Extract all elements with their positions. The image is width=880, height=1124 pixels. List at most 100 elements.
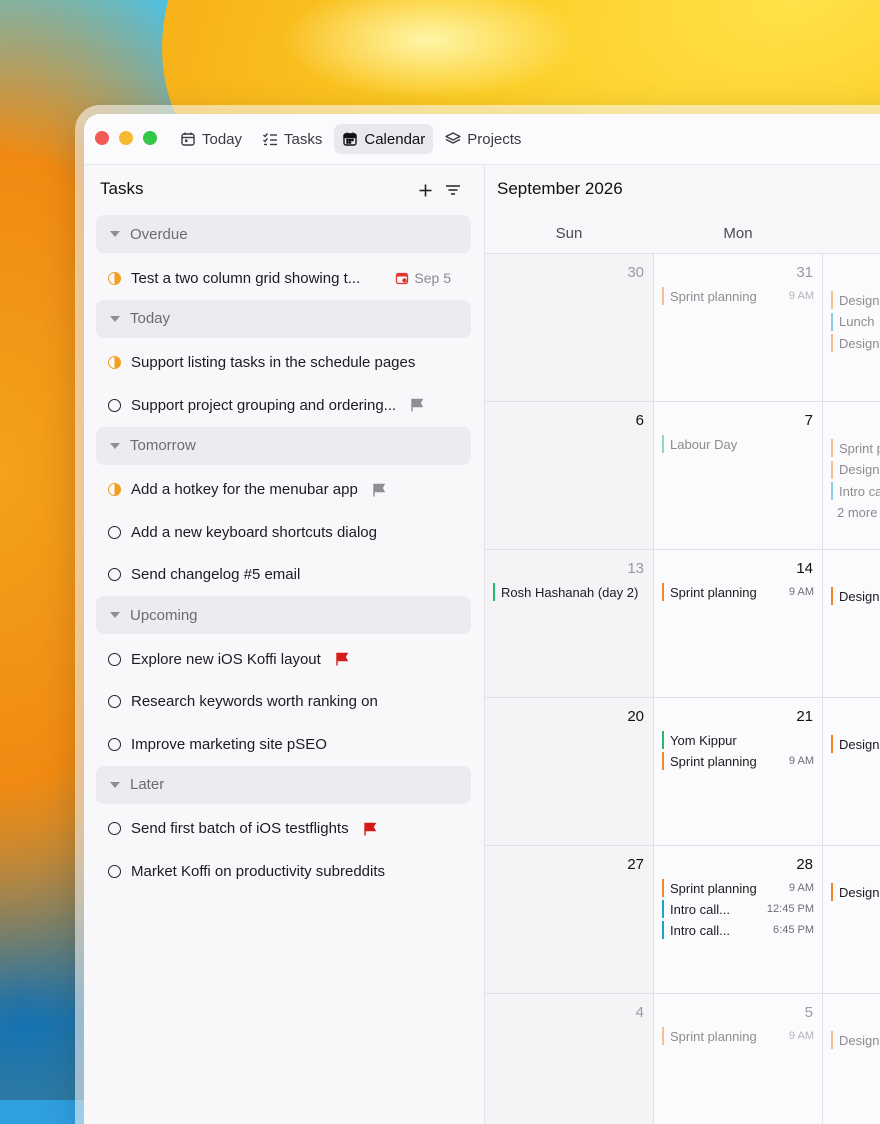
day-cell[interactable]: Design bbox=[823, 550, 880, 698]
calendar-event[interactable]: Sprint planning 9 AM bbox=[662, 1027, 814, 1045]
day-cell[interactable]: 7 Labour Day bbox=[654, 402, 823, 550]
minimize-window-button[interactable] bbox=[119, 131, 133, 145]
day-cell[interactable]: 13 Rosh Hashanah (day 2) bbox=[485, 550, 654, 698]
task-row[interactable]: Send changelog #5 email bbox=[96, 554, 471, 597]
event-title: Sprint planning bbox=[670, 584, 757, 600]
group-header-later[interactable]: Later bbox=[96, 765, 471, 804]
task-title: Test a two column grid showing t... bbox=[131, 269, 361, 287]
task-title: Add a new keyboard shortcuts dialog bbox=[131, 523, 377, 541]
event-title: Design bbox=[839, 736, 880, 752]
task-row[interactable]: Support project grouping and ordering... bbox=[96, 384, 471, 427]
calendar-event[interactable]: Design bbox=[831, 735, 880, 753]
day-cell[interactable]: Design Lunch Design bbox=[823, 254, 880, 402]
calendar-event[interactable]: Yom Kippur bbox=[662, 731, 814, 749]
day-cell[interactable]: Design bbox=[823, 994, 880, 1124]
filter-button[interactable] bbox=[442, 179, 464, 201]
calendar-event[interactable]: Sprint planning 9 AM bbox=[662, 752, 814, 770]
more-events-link[interactable]: 2 more bbox=[837, 505, 877, 520]
task-title: Send first batch of iOS testflights bbox=[131, 820, 349, 838]
task-checkbox[interactable] bbox=[108, 568, 121, 582]
group-header-today[interactable]: Today bbox=[96, 299, 471, 338]
task-checkbox[interactable] bbox=[108, 822, 121, 836]
event-time: 9 AM bbox=[788, 1030, 814, 1042]
calendar-event[interactable]: Sprint planning 9 AM bbox=[662, 879, 814, 897]
day-cell[interactable]: 20 bbox=[485, 698, 654, 846]
group-header-tomorrow[interactable]: Tomorrow bbox=[96, 426, 471, 465]
calendar-event[interactable]: Sprint p bbox=[831, 439, 880, 457]
calendar-event[interactable]: Design bbox=[831, 291, 880, 309]
day-cell[interactable]: Design bbox=[823, 698, 880, 846]
day-number: 6 bbox=[635, 412, 644, 429]
day-cell[interactable]: 14 Sprint planning 9 AM bbox=[654, 550, 823, 698]
task-checkbox[interactable] bbox=[108, 695, 121, 709]
task-checkbox[interactable] bbox=[108, 864, 121, 878]
in-progress-status-icon[interactable] bbox=[108, 356, 121, 370]
disclosure-caret-icon bbox=[110, 315, 120, 322]
day-cell[interactable]: 28 Sprint planning 9 AM Intro call... 12:45 … bbox=[654, 846, 823, 994]
task-checkbox[interactable] bbox=[108, 652, 121, 666]
task-row[interactable]: Explore new iOS Koffi layout bbox=[96, 638, 471, 681]
task-row[interactable]: Support listing tasks in the schedule pa… bbox=[96, 342, 471, 385]
task-row[interactable]: Add a hotkey for the menubar app bbox=[96, 469, 471, 512]
nav-tab-today[interactable]: Today bbox=[172, 124, 250, 154]
month-title: September 2026 bbox=[497, 179, 623, 198]
day-cell[interactable]: 21 Yom Kippur Sprint planning 9 AM bbox=[654, 698, 823, 846]
calendar-event[interactable]: Sprint planning 9 AM bbox=[662, 287, 814, 305]
nav-tab-projects[interactable]: Projects bbox=[437, 124, 529, 154]
calendar-event[interactable]: Lunch bbox=[831, 312, 880, 331]
day-cell[interactable]: 31 Sprint planning 9 AM bbox=[654, 254, 823, 402]
in-progress-status-icon[interactable] bbox=[108, 271, 121, 285]
close-window-button[interactable] bbox=[95, 131, 109, 145]
flag-icon bbox=[336, 653, 349, 666]
group-header-label: Later bbox=[130, 776, 165, 793]
task-checkbox[interactable] bbox=[108, 525, 121, 539]
event-title: Yom Kippur bbox=[670, 732, 737, 748]
wallpaper-glow bbox=[280, 0, 580, 100]
task-row[interactable]: Improve marketing site pSEO bbox=[96, 723, 471, 766]
group-header-label: Today bbox=[130, 310, 171, 327]
event-title: Sprint planning bbox=[670, 753, 757, 769]
calendar-event[interactable]: Intro call... 6:45 PM bbox=[662, 921, 814, 939]
day-cell[interactable]: Design bbox=[823, 846, 880, 994]
group-header-overdue[interactable]: Overdue bbox=[96, 215, 471, 253]
event-title: Sprint planning bbox=[670, 1028, 757, 1044]
in-progress-status-icon[interactable] bbox=[108, 483, 121, 497]
day-cell[interactable]: 4 bbox=[485, 994, 654, 1124]
add-task-button[interactable] bbox=[414, 179, 436, 201]
nav-tab-calendar[interactable]: Calendar bbox=[334, 124, 434, 154]
calendar-event[interactable]: Labour Day bbox=[662, 435, 814, 453]
task-row[interactable]: Research keywords worth ranking on bbox=[96, 681, 471, 724]
nav-tab-tasks[interactable]: Tasks bbox=[254, 124, 330, 154]
calendar-event[interactable]: Design bbox=[831, 587, 880, 605]
task-checkbox[interactable] bbox=[108, 737, 121, 751]
tasks-sidebar: Tasks Overdue Test a two column grid show… bbox=[84, 165, 485, 1124]
calendar-event[interactable]: Design bbox=[831, 460, 880, 479]
nav-tab-label: Today bbox=[202, 130, 243, 148]
calendar-event[interactable]: Intro call... 12:45 PM bbox=[662, 900, 814, 918]
task-title: Market Koffi on productivity subreddits bbox=[131, 862, 386, 880]
disclosure-caret-icon bbox=[110, 442, 120, 449]
task-title: Explore new iOS Koffi layout bbox=[131, 650, 321, 668]
task-row[interactable]: Send first batch of iOS testflights bbox=[96, 808, 471, 851]
task-title: Send changelog #5 email bbox=[131, 566, 301, 584]
task-row[interactable]: Add a new keyboard shortcuts dialog bbox=[96, 511, 471, 554]
calendar-event[interactable]: Sprint planning 9 AM bbox=[662, 583, 814, 601]
day-cell[interactable]: 30 bbox=[485, 254, 654, 402]
calendar-event[interactable]: Design bbox=[831, 334, 880, 352]
calendar-icon bbox=[343, 132, 358, 146]
day-cell[interactable]: 6 bbox=[485, 402, 654, 550]
calendar-event[interactable]: Design bbox=[831, 1031, 880, 1049]
group-header-upcoming[interactable]: Upcoming bbox=[96, 596, 471, 634]
task-row[interactable]: Market Koffi on productivity subreddits bbox=[96, 850, 471, 893]
day-cell[interactable]: Sprint p Design Intro ca 2 more bbox=[823, 402, 880, 550]
day-cell[interactable]: 27 bbox=[485, 846, 654, 994]
task-row[interactable]: Test a two column grid showing t... Sep 5 bbox=[96, 257, 471, 300]
calendar-event[interactable]: Intro ca bbox=[831, 482, 880, 500]
calendar-event[interactable]: Design bbox=[831, 883, 880, 901]
zoom-window-button[interactable] bbox=[143, 131, 157, 145]
weekday-header: Sun Mon bbox=[485, 215, 880, 254]
calendar-event[interactable]: Rosh Hashanah (day 2) bbox=[493, 583, 645, 601]
day-number: 28 bbox=[796, 856, 813, 873]
task-checkbox[interactable] bbox=[108, 398, 121, 412]
day-cell[interactable]: 5 Sprint planning 9 AM bbox=[654, 994, 823, 1124]
